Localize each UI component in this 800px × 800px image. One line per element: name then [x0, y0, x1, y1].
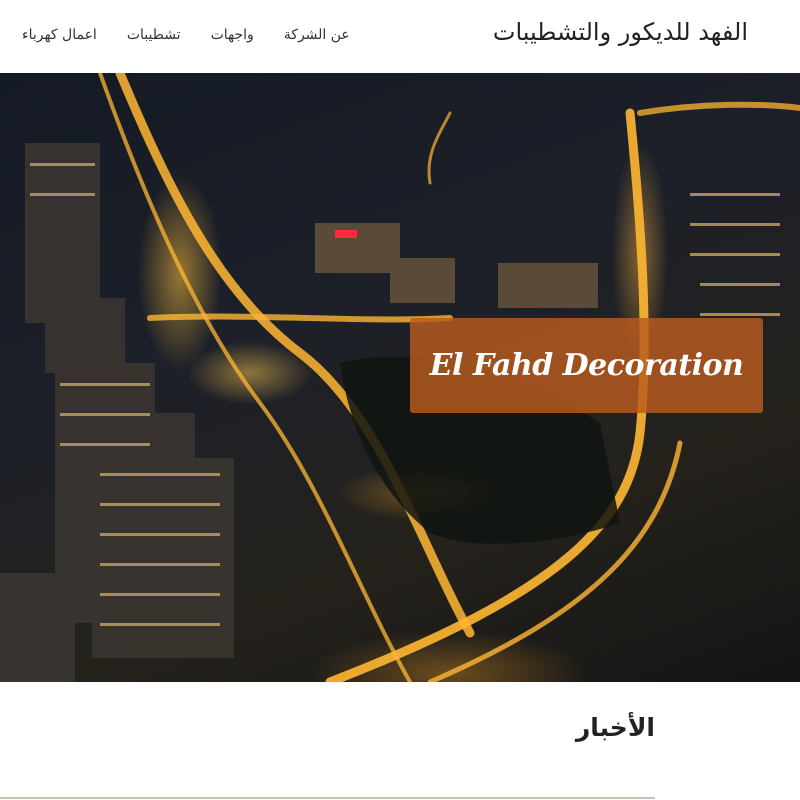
nav-item-electrical: اعمال كهرباء	[22, 24, 97, 43]
hero-caption-text: El Fahd Decoration	[429, 348, 744, 383]
nav-link-about[interactable]: عن الشركة	[284, 27, 350, 43]
nav-item-facades: واجهات	[211, 24, 254, 43]
section-divider	[0, 797, 655, 799]
nav-link-electrical[interactable]: اعمال كهرباء	[22, 27, 97, 43]
hero-banner: El Fahd Decoration	[0, 73, 800, 682]
site-brand[interactable]: الفهد للديكور والتشطيبات	[493, 18, 748, 46]
nav-menu: عن الشركة واجهات تشطيبات اعمال كهرباء	[22, 24, 350, 43]
nav-item-finishes: تشطيبات	[127, 24, 181, 43]
nav-link-facades[interactable]: واجهات	[211, 27, 254, 43]
navbar: الفهد للديكور والتشطيبات عن الشركة واجها…	[0, 0, 800, 73]
nav-link-finishes[interactable]: تشطيبات	[127, 27, 181, 43]
nav-item-about: عن الشركة	[284, 24, 350, 43]
hero-caption: El Fahd Decoration	[410, 318, 763, 413]
news-section-title: الأخبار	[575, 713, 655, 742]
